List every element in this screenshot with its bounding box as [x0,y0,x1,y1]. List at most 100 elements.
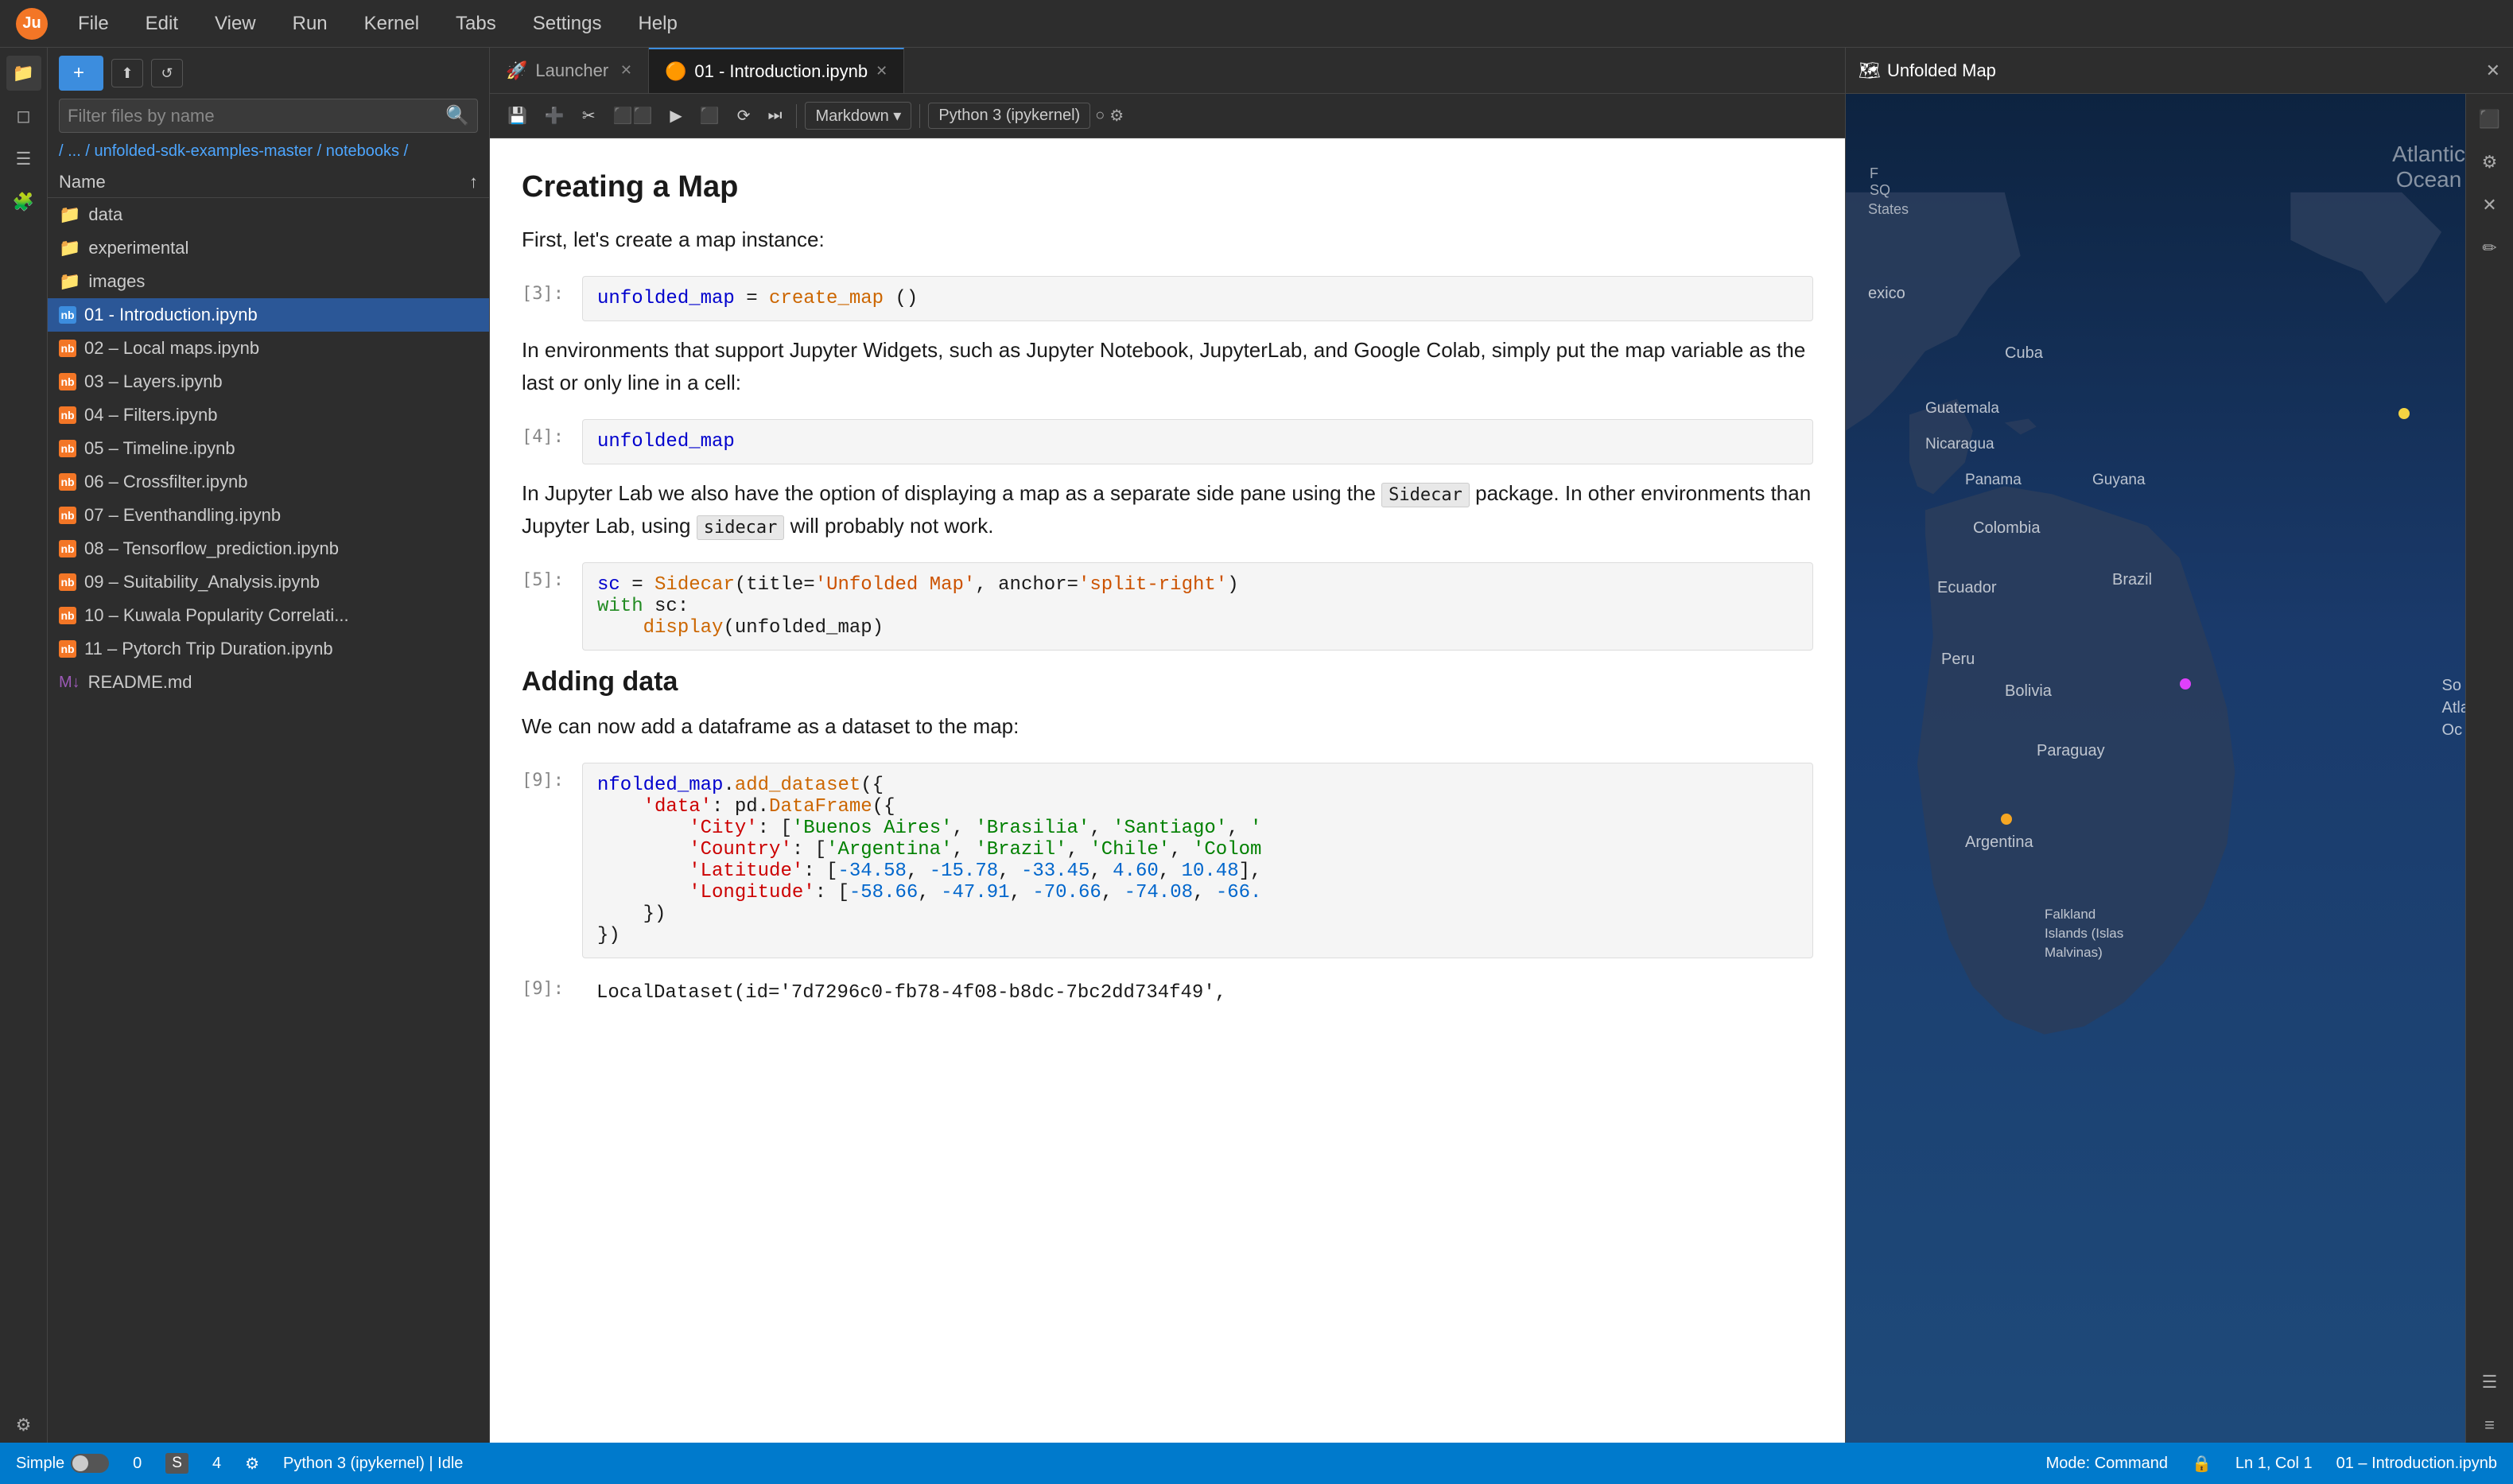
position-label: Ln 1, Col 1 [2235,1455,2313,1473]
list-item[interactable]: 📁 experimental [48,231,489,265]
copy-button[interactable]: ⬛⬛ [607,103,659,129]
run-button[interactable]: ▶ [663,103,688,129]
notebook-tab-close[interactable]: ✕ [876,63,888,80]
main-layout: 📁 ◻ ☰ 🧩 ⚙ + ⬆ ↺ 🔍 / ... / unfolded-sdk-e… [0,48,2513,1443]
markdown-icon: M↓ [59,674,80,692]
upload-button[interactable]: ⬆ [111,59,143,87]
cut-button[interactable]: ✂ [576,103,602,129]
list-item[interactable]: M↓ README.md [48,666,489,699]
file-name: data [88,204,122,225]
list-item[interactable]: nb 10 – Kuwala Popularity Correlati... [48,599,489,632]
file-name: 01 - Introduction.ipynb [84,305,258,325]
sidebar-icon-files[interactable]: 📁 [6,56,41,91]
code-token: = [746,288,769,309]
refresh-button[interactable]: ↺ [151,59,183,87]
tab-launcher[interactable]: 🚀 Launcher ✕ [490,48,649,93]
list-item[interactable]: 📁 images [48,265,489,298]
menu-run[interactable]: Run [286,10,334,38]
breadcrumb-folder[interactable]: / unfolded-sdk-examples-master [85,142,317,160]
notebook-area: 🚀 Launcher ✕ 🟠 01 - Introduction.ipynb ✕… [490,48,1845,1443]
menu-view[interactable]: View [208,10,262,38]
app-logo: Ju [16,8,48,40]
menu-help[interactable]: Help [631,10,683,38]
notebook-icon: nb [59,573,76,591]
restart-button[interactable]: ⟳ [731,103,757,129]
file-name: 08 – Tensorflow_prediction.ipynb [84,538,339,559]
map-tab-bar: 🗺 Unfolded Map ✕ [1846,48,2513,94]
kernel-badge[interactable]: Python 3 (ipykernel) [928,103,1090,129]
new-button[interactable]: + [59,56,103,91]
search-input[interactable] [68,106,445,126]
shield-icon: 🔒 [2192,1454,2212,1474]
settings-icon[interactable]: ⚙ [245,1454,259,1474]
notebook-icon: nb [59,406,76,424]
sidecar-inline-code: Sidecar [1381,483,1470,507]
toggle-thumb [72,1455,88,1471]
notebook-icon: nb [59,340,76,357]
list-item-active[interactable]: nb 01 - Introduction.ipynb [48,298,489,332]
list-item[interactable]: nb 03 – Layers.ipynb [48,365,489,398]
cell-3-code[interactable]: unfolded_map = create_map () [582,276,1813,321]
map-close-button[interactable]: ✕ [2486,60,2500,81]
notebook-icon: nb [59,540,76,557]
menu-tabs[interactable]: Tabs [449,10,503,38]
code-token: unfolded_map [597,288,735,309]
cell-9-code[interactable]: nfolded_map.add_dataset({ 'data': pd.Dat… [582,763,1813,958]
launcher-tab-close[interactable]: ✕ [620,62,632,79]
list-item[interactable]: nb 04 – Filters.ipynb [48,398,489,432]
stop-button[interactable]: ⬛ [693,103,726,129]
notebook-toolbar: 💾 ➕ ✂ ⬛⬛ ▶ ⬛ ⟳ ⏭ Markdown ▾ Python 3 (ip… [490,94,1845,138]
breadcrumb-root[interactable]: / [59,142,68,160]
map-layers-icon[interactable]: ⬛ [2472,102,2507,137]
list-item[interactable]: nb 08 – Tensorflow_prediction.ipynb [48,532,489,565]
breadcrumb-ellipsis[interactable]: ... [68,142,85,160]
cell-type-select[interactable]: Markdown ▾ [805,102,911,130]
notebook-icon: nb [59,640,76,658]
tab-notebook[interactable]: 🟠 01 - Introduction.ipynb ✕ [649,48,904,93]
plus-icon: + [73,62,84,84]
sidebar-icon-running[interactable]: ◻ [6,99,41,134]
map-legend-icon[interactable]: ≡ [2472,1408,2507,1443]
sidebar-icon-settings[interactable]: ⚙ [6,1408,41,1443]
sidebar-icon-commands[interactable]: ☰ [6,142,41,177]
toolbar-separator2 [919,104,920,128]
menu-settings[interactable]: Settings [526,10,608,38]
cell-5-code[interactable]: sc = Sidecar(title='Unfolded Map', ancho… [582,562,1813,651]
status-right: Mode: Command 🔒 Ln 1, Col 1 01 – Introdu… [2046,1454,2497,1474]
file-toolbar: + ⬆ ↺ [48,48,489,99]
add-cell-button[interactable]: ➕ [538,103,571,129]
map-panel: 🗺 Unfolded Map ✕ [1845,48,2513,1443]
list-item[interactable]: nb 05 – Timeline.ipynb [48,432,489,465]
menu-edit[interactable]: Edit [139,10,184,38]
cell-5: [5]: sc = Sidecar(title='Unfolded Map', … [522,562,1813,651]
adding-data-heading: Adding data [522,666,1813,697]
file-name: 07 – Eventhandling.ipynb [84,505,281,526]
cell-4-code[interactable]: unfolded_map [582,419,1813,464]
search-icon: 🔍 [445,104,469,127]
folder-icon: 📁 [59,238,80,258]
save-button[interactable]: 💾 [501,103,534,129]
map-list-icon[interactable]: ☰ [2472,1365,2507,1400]
list-item[interactable]: nb 07 – Eventhandling.ipynb [48,499,489,532]
breadcrumb-notebooks[interactable]: / notebooks [317,142,404,160]
list-item[interactable]: nb 02 – Local maps.ipynb [48,332,489,365]
notebook-icon: nb [59,373,76,390]
fast-forward-button[interactable]: ⏭ [761,103,788,128]
status-bar: Simple 0 S 4 ⚙ Python 3 (ipykernel) | Id… [0,1443,2513,1484]
map-settings-icon[interactable]: ⚙ [2472,145,2507,180]
menu-file[interactable]: File [72,10,115,38]
adding-data-section: Adding data We can now add a dataframe a… [522,666,1813,744]
list-item[interactable]: nb 11 – Pytorch Trip Duration.ipynb [48,632,489,666]
simple-toggle[interactable]: Simple [16,1454,109,1473]
map-draw-icon[interactable]: ✏ [2472,231,2507,266]
notebook-icon: nb [59,607,76,624]
list-item[interactable]: 📁 data [48,198,489,231]
map-close-icon[interactable]: ✕ [2472,188,2507,223]
sidecar-lowercase-code: sidecar [697,515,785,540]
list-item[interactable]: nb 06 – Crossfilter.ipynb [48,465,489,499]
sidebar-icon-extensions[interactable]: 🧩 [6,185,41,219]
toggle-track[interactable] [71,1454,109,1473]
list-item[interactable]: nb 09 – Suitability_Analysis.ipynb [48,565,489,599]
sort-icon[interactable]: ↑ [469,172,478,192]
menu-kernel[interactable]: Kernel [358,10,425,38]
